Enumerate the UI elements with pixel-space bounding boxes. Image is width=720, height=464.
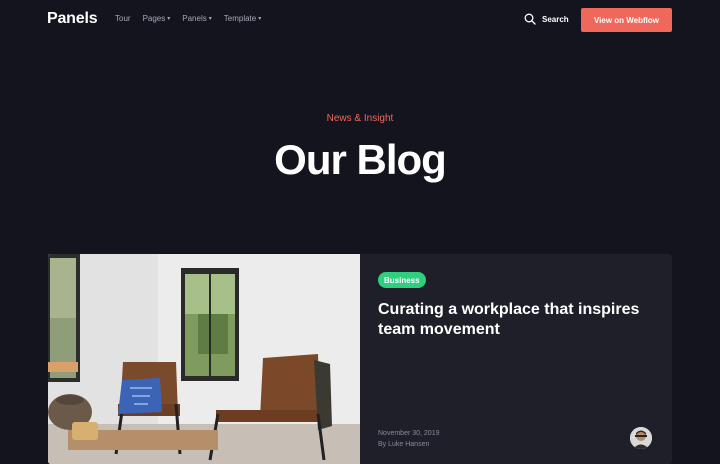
caret-down-icon: ▾ — [258, 16, 262, 22]
nav-link-template[interactable]: Template ▾ — [224, 14, 261, 23]
nav-link-label: Panels — [182, 14, 207, 23]
category-badge[interactable]: Business — [378, 272, 426, 288]
post-author: By Luke Hansen — [378, 441, 430, 448]
logo[interactable]: Panels — [47, 10, 98, 28]
nav-link-label: Tour — [115, 14, 131, 23]
post-date: November 30, 2019 — [378, 430, 440, 437]
search-label: Search — [542, 14, 569, 24]
top-navbar: Panels Tour Pages ▾ Panels ▾ Template ▾ … — [0, 0, 720, 40]
search-button[interactable]: Search — [524, 13, 569, 25]
page-title: Our Blog — [274, 136, 447, 183]
author-avatar — [630, 427, 652, 449]
caret-down-icon: ▾ — [167, 16, 171, 22]
featured-post-body: Business Curating a workplace that inspi… — [378, 254, 668, 464]
nav-link-panels[interactable]: Panels ▾ — [182, 14, 211, 23]
caret-down-icon: ▾ — [208, 16, 212, 22]
nav-link-pages[interactable]: Pages ▾ — [143, 14, 171, 23]
view-on-webflow-button[interactable]: View on Webflow — [581, 8, 672, 32]
nav-link-tour[interactable]: Tour — [115, 14, 131, 23]
nav-link-label: Template — [223, 14, 257, 23]
avatar-image — [630, 427, 652, 449]
featured-post-card[interactable]: Business Curating a workplace that inspi… — [48, 254, 672, 464]
post-title[interactable]: Curating a workplace that inspires team … — [378, 300, 648, 340]
featured-post-image[interactable] — [48, 254, 360, 464]
nav-links: Tour Pages ▾ Panels ▾ Template ▾ — [115, 14, 261, 23]
nav-link-label: Pages — [142, 14, 166, 23]
hero-eyebrow: News & Insight — [326, 113, 394, 124]
search-icon — [524, 13, 536, 25]
